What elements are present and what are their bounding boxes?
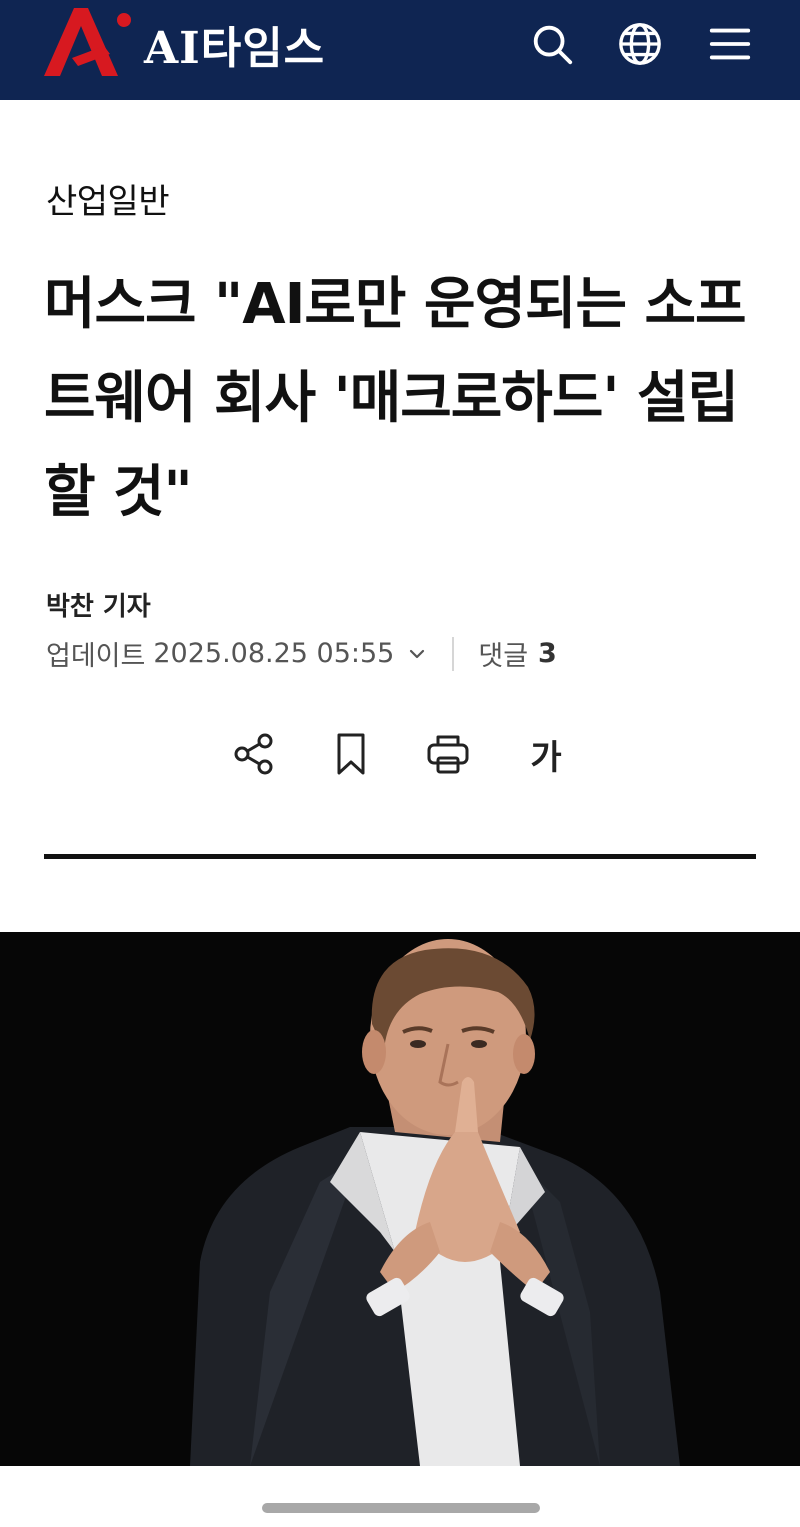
meta-divider — [452, 636, 455, 671]
section-category[interactable]: 산업일반 — [46, 174, 170, 223]
globe-icon[interactable] — [616, 20, 664, 68]
updated-label: 업데이트 — [46, 641, 146, 672]
print-icon — [427, 735, 469, 774]
article-title: 머스크 "AI로만 운영되는 소프트웨어 회사 '매크로하드' 설립할 것" — [44, 272, 747, 525]
site-name: AI타임스 — [144, 23, 326, 74]
comments-count[interactable]: 3 — [538, 638, 557, 669]
author-name[interactable]: 박찬 기자 — [46, 586, 151, 623]
share-icon — [234, 733, 273, 775]
person-photo-illustration — [0, 932, 800, 1466]
section-divider — [44, 854, 756, 859]
article-photo — [0, 932, 800, 1466]
comments-label[interactable]: 댓글 — [478, 634, 528, 673]
article-meta: 업데이트 2025.08.25 05:55 댓글 3 — [46, 634, 557, 673]
print-button[interactable] — [420, 726, 476, 782]
font-size-label: 가 — [530, 737, 562, 778]
menu-icon[interactable] — [706, 20, 754, 68]
logo-mark-icon — [44, 8, 131, 76]
font-size-button[interactable]: 가 — [518, 726, 574, 782]
search-icon[interactable] — [528, 20, 576, 68]
chevron-down-icon[interactable] — [406, 643, 428, 665]
bookmark-icon — [337, 733, 365, 775]
home-indicator[interactable] — [262, 1503, 540, 1513]
share-button[interactable] — [226, 726, 282, 782]
updated-datetime: 2025.08.25 05:55 — [153, 638, 395, 669]
article-actions: 가 — [0, 726, 800, 786]
site-header: AI타임스 — [0, 0, 800, 100]
site-logo[interactable]: AI타임스 — [44, 8, 324, 78]
bookmark-button[interactable] — [323, 726, 379, 782]
